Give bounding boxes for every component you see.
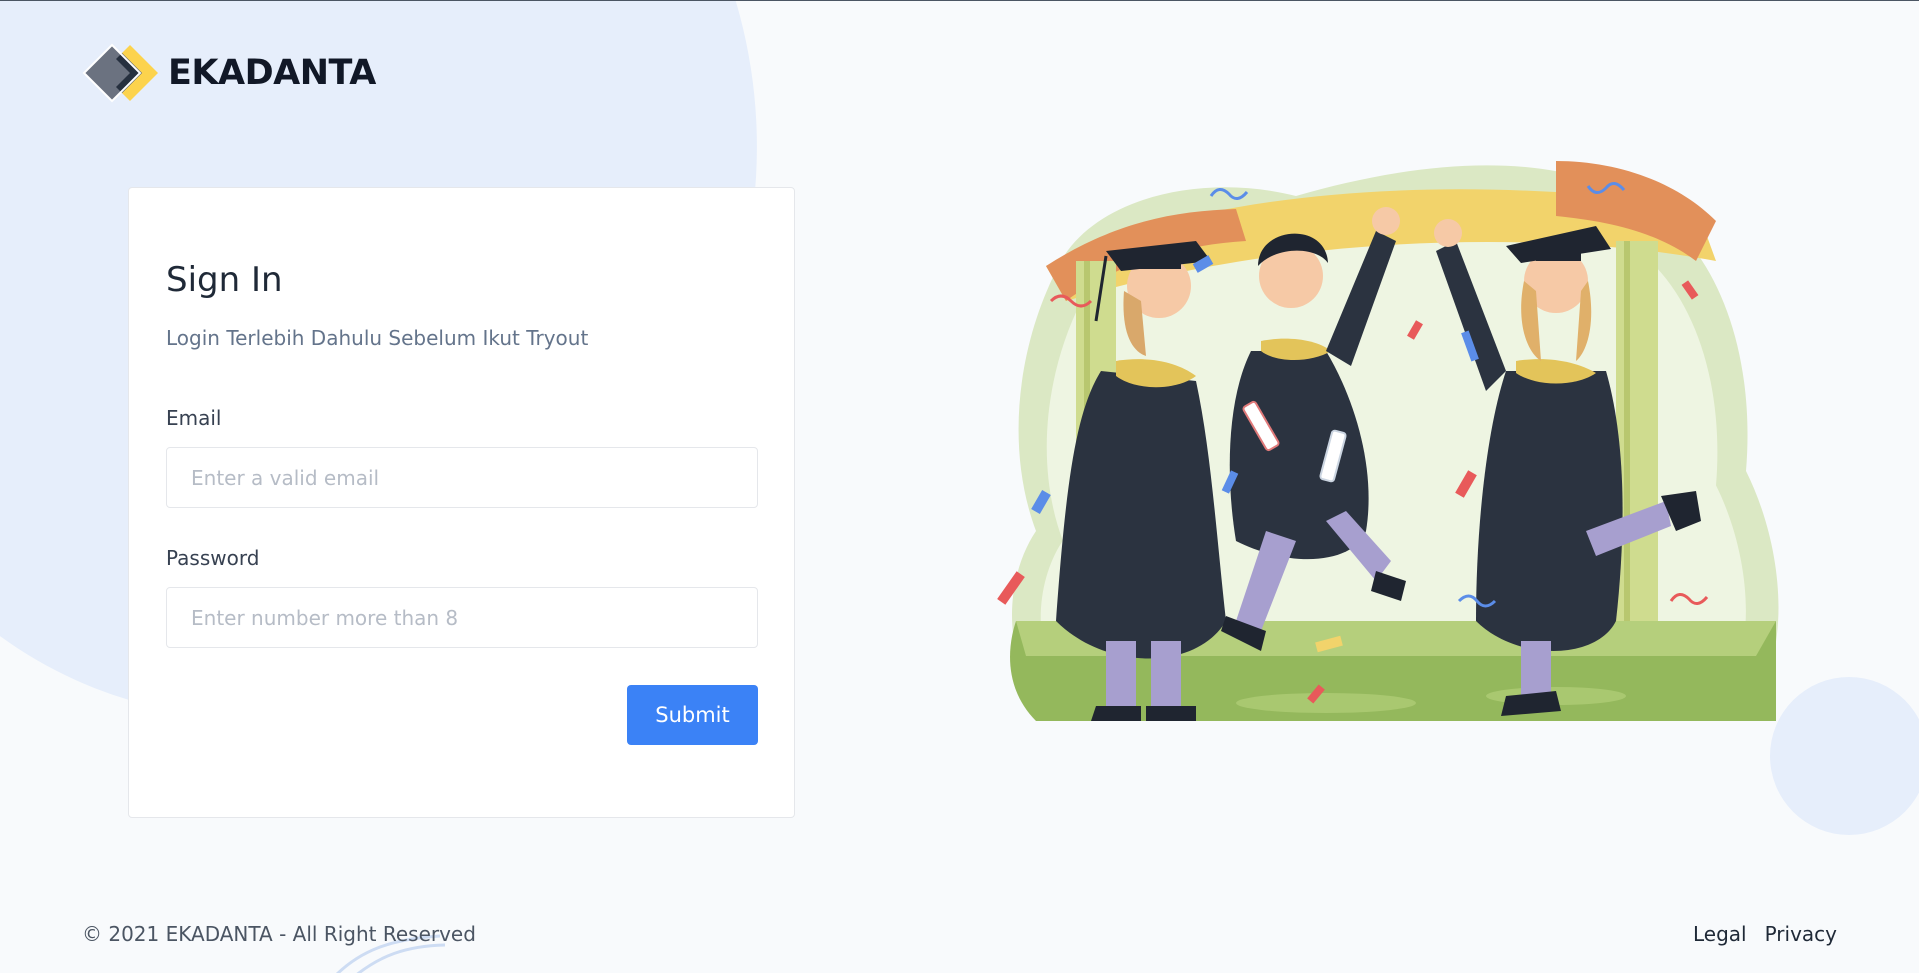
signin-card: Sign In Login Terlebih Dahulu Sebelum Ik…	[128, 187, 795, 818]
footer-copyright: © 2021 EKADANTA - All Right Reserved	[82, 922, 476, 946]
password-label: Password	[166, 546, 260, 570]
graduation-celebration-illustration	[997, 161, 1779, 721]
brand-logo[interactable]: EKADANTA	[82, 41, 376, 105]
footer-link-privacy[interactable]: Privacy	[1765, 922, 1837, 946]
footer-link-legal[interactable]: Legal	[1693, 922, 1747, 946]
email-label: Email	[166, 406, 222, 430]
login-page: EKADANTA Sign In Login Terlebih Dahulu S…	[0, 0, 1919, 973]
signin-title: Sign In	[166, 260, 283, 300]
diamond-chevron-logo-icon	[82, 43, 158, 103]
password-field[interactable]	[166, 587, 758, 648]
footer-links: Legal Privacy	[1693, 922, 1837, 946]
signin-subtitle: Login Terlebih Dahulu Sebelum Ikut Tryou…	[166, 326, 589, 350]
email-field[interactable]	[166, 447, 758, 508]
submit-button[interactable]: Submit	[627, 685, 758, 745]
brand-name: EKADANTA	[168, 53, 376, 93]
